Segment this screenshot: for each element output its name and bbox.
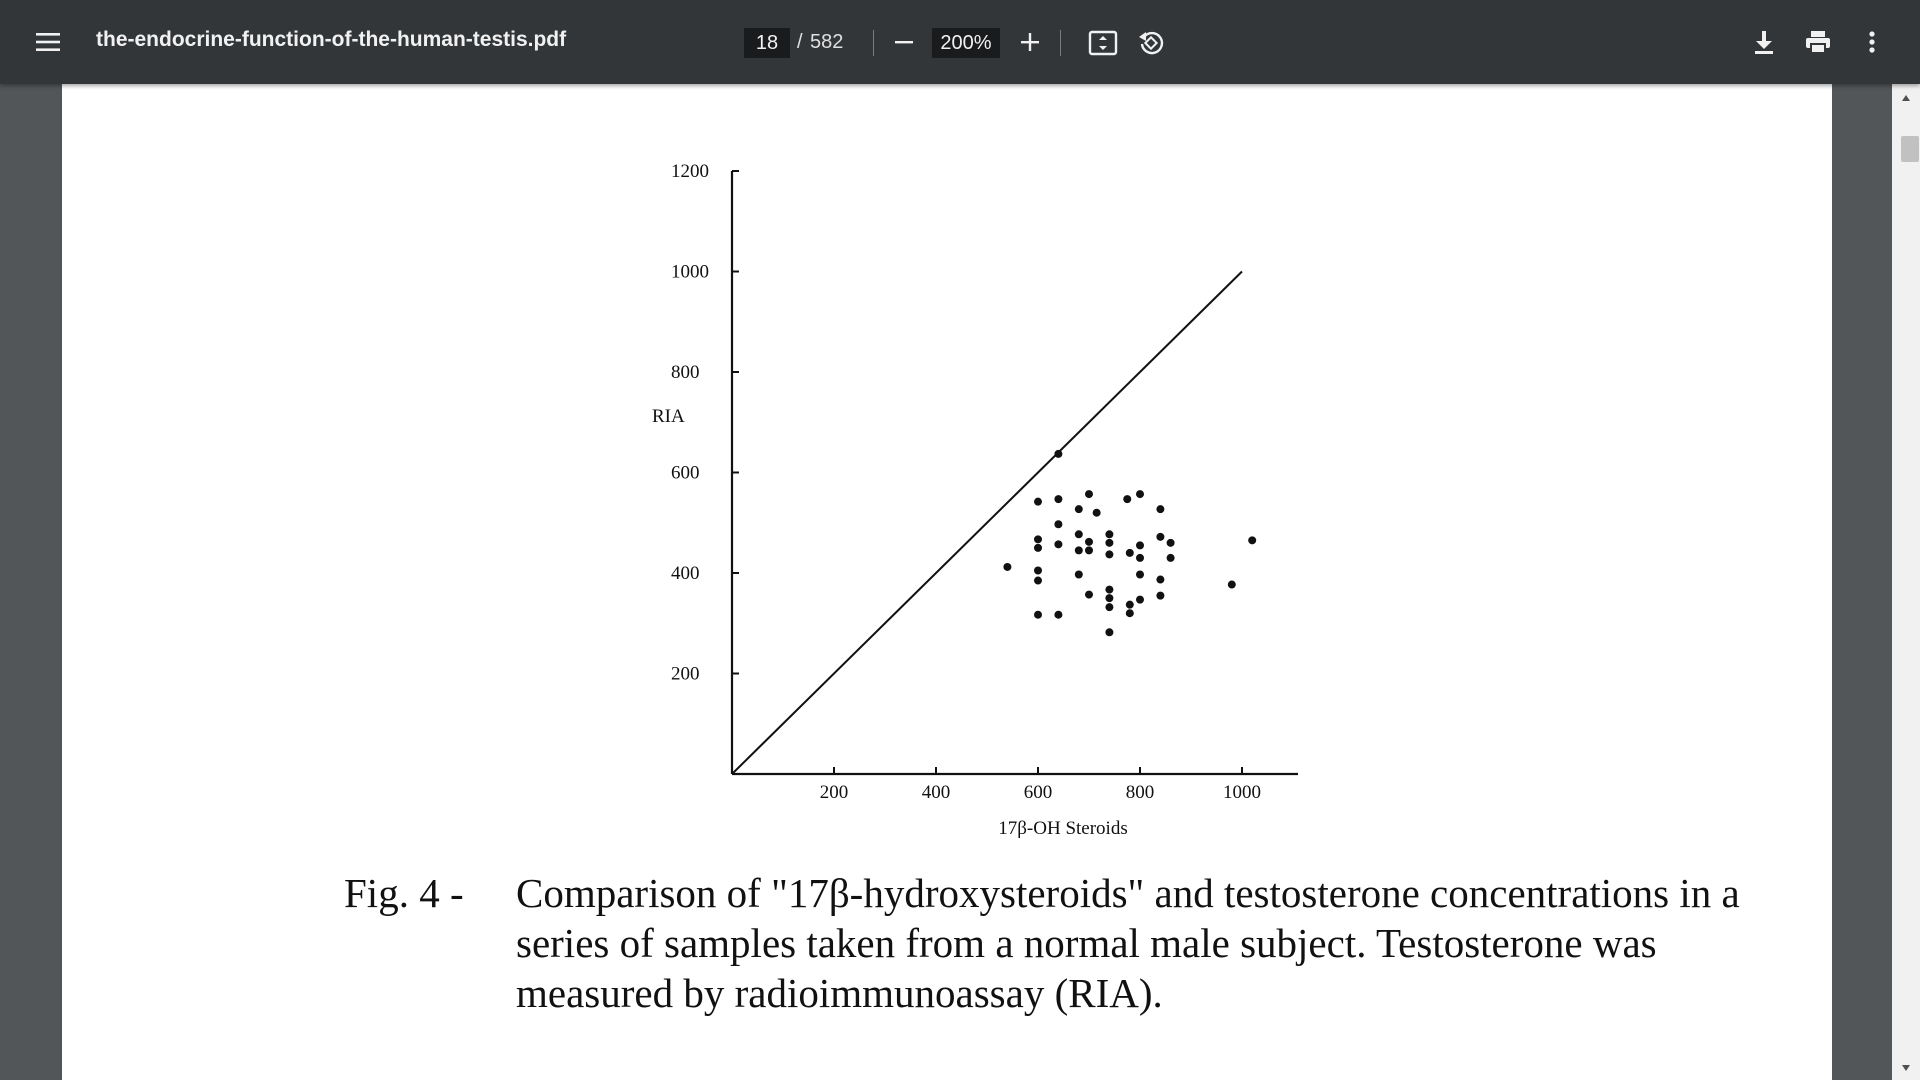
data-point [1227, 580, 1236, 589]
data-point [1054, 540, 1063, 549]
data-point [1085, 590, 1093, 599]
rotate-counterclockwise-icon [1139, 31, 1164, 55]
data-point [1085, 490, 1093, 499]
y-tick-label: 1000 [671, 262, 709, 283]
data-point [1034, 566, 1042, 575]
data-point [1074, 570, 1083, 579]
scroll-down-arrow-icon [1902, 1065, 1910, 1071]
data-point [1054, 610, 1063, 619]
y-tick-label: 600 [671, 463, 700, 484]
rotate-button[interactable] [1132, 24, 1170, 62]
caption-text: Comparison of "17β-hydroxysteroids" and … [516, 870, 1740, 1016]
data-point [1034, 610, 1042, 619]
data-point [1125, 600, 1134, 609]
more-vertical-icon [1869, 31, 1875, 53]
data-point [1105, 530, 1114, 539]
data-point [1156, 505, 1165, 514]
y-tick-label: 1200 [671, 161, 709, 182]
data-point [1074, 546, 1083, 555]
scatter-chart: 200 400 600 800 1000 1200 200 400 600 800 1000 RIA 1… [652, 161, 1298, 839]
data-point [1136, 490, 1144, 499]
data-point [1156, 532, 1165, 541]
download-icon [1755, 31, 1773, 54]
data-point [1085, 537, 1093, 546]
data-point [1166, 538, 1175, 547]
x-tick-label: 200 [820, 782, 849, 803]
hamburger-menu-icon [36, 33, 60, 51]
data-point [1248, 536, 1257, 545]
zoom-input[interactable] [932, 28, 1000, 58]
y-tick-label: 400 [671, 563, 700, 584]
page-separator: / [797, 31, 803, 53]
toolbar-divider [873, 30, 874, 56]
data-point [1003, 562, 1012, 571]
data-point [1166, 553, 1175, 562]
vertical-scrollbar[interactable] [1892, 84, 1920, 1080]
page-total: 582 [810, 31, 844, 53]
data-point [1123, 495, 1132, 504]
pdf-toolbar: the-endocrine-function-of-the-human-test… [0, 0, 1920, 84]
data-point [1074, 505, 1083, 514]
document-title: the-endocrine-function-of-the-human-test… [96, 28, 567, 51]
pdf-viewer: 200 400 600 800 1000 1200 200 400 600 800 1000 RIA 1… [0, 84, 1920, 1080]
scroll-up-button[interactable] [1896, 90, 1916, 106]
toolbar-divider [1060, 30, 1061, 56]
data-point [1136, 541, 1144, 550]
fit-page-icon [1088, 30, 1118, 56]
data-point [1105, 585, 1114, 594]
data-point [1136, 595, 1144, 604]
more-actions-button[interactable] [1854, 24, 1890, 60]
zoom-out-button[interactable] [886, 24, 922, 60]
data-point [1136, 570, 1144, 579]
data-point [1092, 508, 1101, 517]
data-point [1156, 575, 1165, 584]
data-point [1085, 546, 1093, 555]
download-button[interactable] [1746, 24, 1782, 60]
data-point [1105, 603, 1114, 612]
zoom-in-button[interactable] [1012, 24, 1048, 60]
x-axis-label: 17β-OH Steroids [998, 818, 1127, 839]
data-point [1105, 538, 1114, 547]
data-point [1105, 550, 1114, 559]
plus-icon [1021, 33, 1039, 51]
print-icon [1806, 31, 1830, 54]
data-point [1054, 449, 1063, 458]
x-tick-label: 800 [1126, 782, 1155, 803]
print-button[interactable] [1800, 24, 1836, 60]
data-point [1074, 530, 1083, 539]
y-tick-label: 200 [671, 664, 700, 685]
y-tick-label: 800 [671, 362, 700, 383]
x-tick-label: 400 [922, 782, 951, 803]
y-axis-label: RIA [652, 406, 685, 427]
pdf-page: 200 400 600 800 1000 1200 200 400 600 800 1000 RIA 1… [62, 84, 1832, 1080]
data-point [1125, 609, 1134, 618]
data-point [1105, 628, 1114, 637]
data-point [1034, 497, 1042, 506]
data-point [1034, 576, 1042, 585]
data-point [1034, 535, 1042, 544]
x-tick-label: 1000 [1223, 782, 1261, 803]
data-point [1156, 591, 1165, 600]
identity-reference-line [731, 270, 1243, 775]
x-tick-label: 600 [1024, 782, 1053, 803]
caption-label: Fig. 4 - [344, 870, 464, 916]
menu-button[interactable] [28, 22, 68, 62]
data-point [1034, 543, 1042, 552]
data-point [1125, 548, 1134, 557]
data-point [1136, 553, 1144, 562]
page-number-input[interactable] [744, 28, 790, 58]
scroll-down-button[interactable] [1896, 1060, 1916, 1076]
minus-icon [895, 41, 913, 44]
data-point [1054, 495, 1063, 504]
fit-page-button[interactable] [1084, 24, 1122, 62]
scroll-thumb[interactable] [1901, 136, 1919, 162]
data-point [1054, 520, 1063, 529]
scroll-up-arrow-icon [1902, 95, 1910, 101]
data-point [1105, 594, 1114, 603]
